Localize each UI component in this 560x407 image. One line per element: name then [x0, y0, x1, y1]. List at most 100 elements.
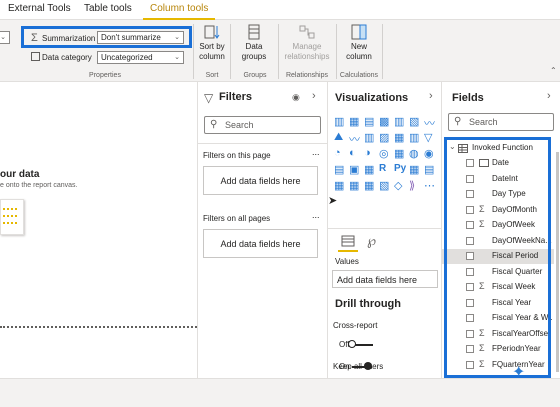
100-column-icon[interactable]: ▧: [409, 115, 419, 128]
search-icon: ⚲: [210, 119, 218, 130]
summarization-highlight: [21, 26, 192, 48]
pie-icon[interactable]: ◐: [349, 147, 356, 159]
qa-icon[interactable]: ⟫: [409, 179, 415, 192]
fields-search-input[interactable]: ⚲ Search: [448, 113, 554, 131]
donut-icon[interactable]: ◑: [364, 147, 371, 159]
page-tab-bar: [0, 378, 560, 407]
active-well-indicator: [338, 250, 358, 252]
drill-through-title: Drill through: [335, 298, 401, 310]
ribbon-separator: [382, 24, 383, 79]
data-groups-button[interactable]: Data groups: [234, 24, 274, 62]
manage-relationships-label: Manage relationships: [284, 42, 330, 61]
map-icon[interactable]: ▦: [394, 147, 404, 160]
line-stacked-column-icon[interactable]: ▨: [379, 131, 389, 144]
filters-on-this-page-label: Filters on this page: [203, 151, 271, 160]
filters-on-all-pages-label: Filters on all pages: [203, 214, 271, 223]
data-groups-icon: [248, 24, 260, 40]
fields-scrollbar[interactable]: [556, 152, 559, 372]
ribbon-separator: [336, 24, 337, 79]
shape-map-icon[interactable]: ◉: [424, 147, 434, 160]
visualizations-title: Visualizations: [335, 92, 409, 104]
page-filters-add-label: Add data fields here: [220, 176, 301, 186]
collapse-ribbon-icon[interactable]: ⌃: [550, 66, 557, 75]
page-filters-drop-zone[interactable]: Add data fields here: [203, 166, 318, 195]
card-icon[interactable]: ▦: [364, 163, 374, 176]
all-pages-filters-add-label: Add data fields here: [220, 239, 301, 249]
partial-dropdown[interactable]: ⌄: [0, 31, 10, 44]
table-icon[interactable]: ▦: [349, 179, 359, 192]
tab-external-tools[interactable]: External Tools: [8, 3, 71, 14]
filter-icon: ▽: [204, 91, 214, 105]
line-column-icon[interactable]: ▥: [364, 131, 374, 144]
visualizations-pane: Visualizations › ▥ ▦ ▤ ▩ ▥ ▧ 〰 ⛰ 〰 ▥ ▨ ▦ ▥ ▽ ◔ ◐ ◑ ◎ ▦ ◍ ◉ ▤ ▣…: [327, 82, 444, 378]
canvas-hint: e onto the report canvas.: [0, 182, 78, 189]
stacked-area-icon[interactable]: 〰: [349, 131, 360, 147]
sort-icon: [204, 25, 220, 39]
matrix-icon[interactable]: ▦: [364, 179, 374, 192]
more-icon[interactable]: ⋯: [424, 179, 435, 192]
ribbon-separator: [278, 24, 279, 79]
ribbon: ⌄ Σ Summarization Don't summarize ⌄ Data…: [0, 20, 560, 82]
fields-title: Fields: [452, 92, 484, 104]
area-icon[interactable]: ⛰: [334, 131, 343, 144]
keep-all-filters-toggle-knob[interactable]: [364, 362, 372, 370]
data-groups-label: Data groups: [241, 42, 267, 61]
sort-by-column-button[interactable]: Sort by column: [196, 24, 228, 62]
stacked-column-icon[interactable]: ▦: [349, 115, 359, 128]
page-boundary: [0, 326, 197, 328]
r-visual-icon[interactable]: R: [379, 163, 386, 174]
new-column-icon: [351, 24, 367, 40]
filled-map-icon[interactable]: ◍: [409, 147, 419, 160]
key-influencers-icon[interactable]: ▧: [379, 179, 389, 192]
kpi-icon[interactable]: ▤: [424, 163, 434, 176]
data-category-value: Uncategorized: [101, 53, 153, 62]
decomposition-tree-icon[interactable]: ◇: [394, 179, 402, 192]
chevron-down-icon: ⌄: [0, 34, 6, 41]
manage-relationships-button[interactable]: Manage relationships: [282, 24, 332, 62]
python-visual-icon[interactable]: Py: [394, 163, 406, 174]
ribbon-separator: [230, 24, 231, 79]
scatter-icon[interactable]: ◔: [334, 147, 341, 159]
all-pages-filters-drop-zone[interactable]: Add data fields here: [203, 229, 318, 258]
waterfall-icon[interactable]: ▥: [409, 131, 419, 144]
chevron-right-icon[interactable]: ›: [312, 90, 316, 102]
fields-well-icon[interactable]: [341, 235, 355, 247]
cross-report-toggle-knob[interactable]: [348, 340, 356, 348]
format-paintbrush-icon[interactable]: ℘: [367, 233, 376, 249]
stacked-bar-icon[interactable]: ▥: [334, 115, 344, 128]
ribbon-tab-bar: External Tools Table tools Column tools: [0, 0, 560, 20]
chevron-right-icon[interactable]: ›: [429, 90, 433, 102]
values-label: Values: [335, 257, 359, 266]
chevron-down-icon: ⌄: [174, 54, 180, 61]
new-column-button[interactable]: New column: [340, 24, 378, 62]
clustered-bar-icon[interactable]: ▤: [364, 115, 374, 128]
100-bar-icon[interactable]: ▥: [394, 115, 404, 128]
eye-icon[interactable]: ◉: [292, 92, 300, 103]
filters-search-input[interactable]: ⚲ Search: [204, 116, 321, 134]
tab-table-tools[interactable]: Table tools: [84, 3, 132, 14]
mouse-cursor-icon: ✦: [512, 364, 526, 381]
funnel-icon[interactable]: ▽: [424, 131, 432, 144]
chevron-right-icon[interactable]: ›: [547, 90, 551, 102]
sort-by-column-label: Sort by column: [199, 42, 225, 61]
data-category-icon: [31, 52, 40, 61]
tab-column-tools[interactable]: Column tools: [150, 3, 208, 14]
data-category-dropdown[interactable]: Uncategorized ⌄: [97, 51, 184, 64]
clustered-column-icon[interactable]: ▩: [379, 115, 389, 128]
new-column-label: New column: [346, 42, 372, 61]
azure-map-icon[interactable]: ▤: [334, 163, 344, 176]
gauge-icon[interactable]: ▣: [349, 163, 359, 176]
values-drop-zone[interactable]: Add data fields here: [332, 270, 438, 288]
fields-search-placeholder: Search: [469, 117, 498, 127]
more-options-icon[interactable]: ...: [312, 210, 320, 220]
keep-all-filters-state: On: [339, 362, 350, 371]
more-options-icon[interactable]: ...: [312, 147, 320, 157]
canvas-heading: our data: [0, 169, 40, 180]
divider: [198, 143, 328, 144]
group-label-sort: Sort: [205, 72, 219, 79]
treemap-icon[interactable]: ◎: [379, 147, 389, 160]
multi-row-card-icon[interactable]: ▦: [409, 163, 419, 176]
line-icon[interactable]: 〰: [424, 115, 435, 131]
slicer-icon[interactable]: ▦: [334, 179, 344, 192]
ribbon-icon[interactable]: ▦: [394, 131, 404, 144]
